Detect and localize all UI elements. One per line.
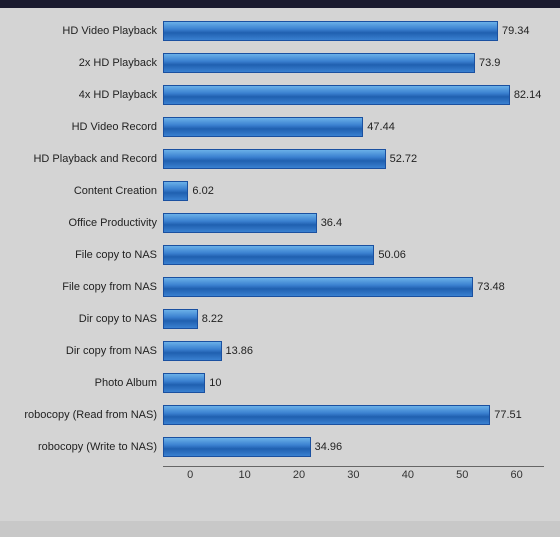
bar-fill: [163, 341, 222, 361]
bar-fill: [163, 373, 205, 393]
bar-fill: [163, 149, 386, 169]
bar-value: 79.34: [502, 25, 530, 37]
bar-track: 52.72: [163, 149, 552, 169]
bar-label: Dir copy from NAS: [8, 345, 163, 357]
bar-track: 34.96: [163, 437, 552, 457]
bar-label: Office Productivity: [8, 217, 163, 229]
bar-label: File copy to NAS: [8, 249, 163, 261]
bar-label: Content Creation: [8, 185, 163, 197]
bar-row: File copy to NAS 50.06: [8, 240, 552, 270]
bar-row: 2x HD Playback 73.9: [8, 48, 552, 78]
bar-label: robocopy (Write to NAS): [8, 441, 163, 453]
x-tick: 30: [326, 469, 380, 481]
bar-track: 13.86: [163, 341, 552, 361]
bar-track: 6.02: [163, 181, 552, 201]
bar-fill: [163, 53, 475, 73]
x-tick: 0: [163, 469, 217, 481]
bar-value: 34.96: [315, 441, 343, 453]
bar-label: 2x HD Playback: [8, 57, 163, 69]
bar-row: Dir copy to NAS 8.22: [8, 304, 552, 334]
bar-value: 13.86: [226, 345, 254, 357]
bar-value: 73.9: [479, 57, 500, 69]
bar-row: Dir copy from NAS 13.86: [8, 336, 552, 366]
x-tick: 40: [381, 469, 435, 481]
bar-value: 77.51: [494, 409, 522, 421]
bar-row: Office Productivity 36.4: [8, 208, 552, 238]
chart-container: HD Video Playback 79.34 2x HD Playback 73.9…: [0, 0, 560, 537]
bar-fill: [163, 21, 498, 41]
bar-fill: [163, 181, 188, 201]
bar-value: 36.4: [321, 217, 342, 229]
bar-track: 73.48: [163, 277, 552, 297]
bar-fill: [163, 309, 198, 329]
bar-fill: [163, 437, 311, 457]
bar-label: HD Video Record: [8, 121, 163, 133]
x-axis: 0102030405060708090: [163, 469, 560, 481]
bar-label: HD Video Playback: [8, 25, 163, 37]
bar-row: File copy from NAS 73.48: [8, 272, 552, 302]
bar-label: Dir copy to NAS: [8, 313, 163, 325]
bar-value: 10: [209, 377, 221, 389]
bar-track: 10: [163, 373, 552, 393]
bar-label: 4x HD Playback: [8, 89, 163, 101]
title-bar: [0, 0, 560, 8]
bar-fill: [163, 117, 363, 137]
bar-fill: [163, 85, 510, 105]
bar-track: 50.06: [163, 245, 552, 265]
bar-value: 8.22: [202, 313, 223, 325]
x-tick: 10: [217, 469, 271, 481]
bar-fill: [163, 277, 473, 297]
bar-fill: [163, 405, 490, 425]
bar-row: HD Playback and Record 52.72: [8, 144, 552, 174]
bar-fill: [163, 213, 317, 233]
bar-label: File copy from NAS: [8, 281, 163, 293]
bar-value: 47.44: [367, 121, 395, 133]
bar-value: 73.48: [477, 281, 505, 293]
bar-track: 79.34: [163, 21, 552, 41]
bar-row: Photo Album 10: [8, 368, 552, 398]
bar-track: 47.44: [163, 117, 552, 137]
bar-value: 50.06: [378, 249, 406, 261]
bar-value: 6.02: [192, 185, 213, 197]
bar-row: 4x HD Playback 82.14: [8, 80, 552, 110]
chart-area: HD Video Playback 79.34 2x HD Playback 73.9…: [0, 8, 560, 521]
x-tick: 60: [489, 469, 543, 481]
bar-label: HD Playback and Record: [8, 153, 163, 165]
bar-track: 73.9: [163, 53, 552, 73]
bar-label: robocopy (Read from NAS): [8, 409, 163, 421]
bar-track: 36.4: [163, 213, 552, 233]
bar-value: 82.14: [514, 89, 542, 101]
bar-value: 52.72: [390, 153, 418, 165]
bars-section: HD Video Playback 79.34 2x HD Playback 73.9…: [8, 16, 552, 464]
bar-row: HD Video Record 47.44: [8, 112, 552, 142]
x-tick: 20: [272, 469, 326, 481]
bar-row: robocopy (Write to NAS) 34.96: [8, 432, 552, 462]
x-tick: 70: [544, 469, 560, 481]
bar-fill: [163, 245, 374, 265]
bar-track: 8.22: [163, 309, 552, 329]
bar-track: 82.14: [163, 85, 552, 105]
bar-row: HD Video Playback 79.34: [8, 16, 552, 46]
x-tick: 50: [435, 469, 489, 481]
bar-row: robocopy (Read from NAS) 77.51: [8, 400, 552, 430]
bar-track: 77.51: [163, 405, 552, 425]
bar-label: Photo Album: [8, 377, 163, 389]
bar-row: Content Creation 6.02: [8, 176, 552, 206]
